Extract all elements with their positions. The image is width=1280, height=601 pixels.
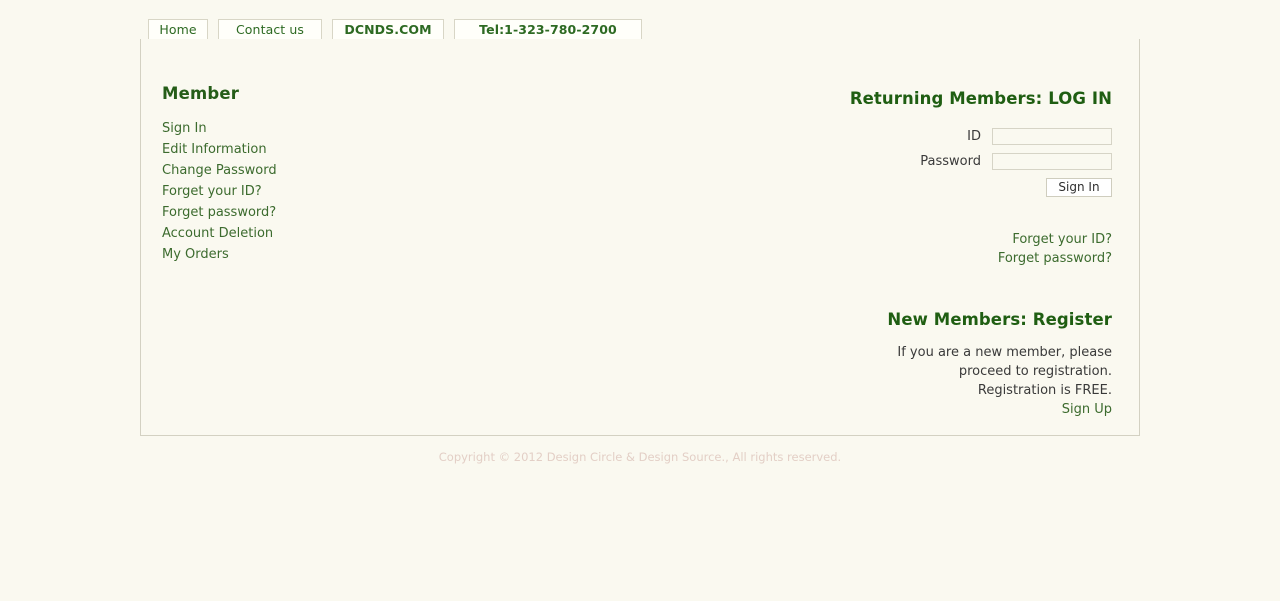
- register-section-title: New Members: Register: [887, 310, 1112, 329]
- tab-telephone[interactable]: Tel:1-323-780-2700: [454, 19, 642, 40]
- member-link-forget-password[interactable]: Forget password?: [162, 202, 276, 223]
- tab-contact-us-label: Contact us: [235, 22, 305, 37]
- sign-up-link[interactable]: Sign Up: [692, 400, 1112, 419]
- tab-contact-us[interactable]: Contact us: [218, 19, 322, 40]
- tab-home[interactable]: Home: [148, 19, 208, 40]
- tab-home-label: Home: [159, 22, 197, 37]
- tab-dcnds-com[interactable]: DCNDS.COM: [332, 19, 444, 40]
- register-text-line-3: Registration is FREE.: [977, 383, 1112, 398]
- login-section-title: Returning Members: LOG IN: [849, 89, 1112, 108]
- password-field-label: Password: [920, 154, 981, 169]
- helper-link-forget-password[interactable]: Forget password?: [692, 249, 1112, 268]
- member-menu-column: Member Sign In Edit Information Change P…: [162, 84, 492, 265]
- id-field-row: ID: [692, 128, 1112, 145]
- primary-nav-tabs: Home Contact us DCNDS.COM Tel:1-323-780-…: [148, 19, 642, 40]
- password-input[interactable]: [992, 153, 1112, 170]
- login-helper-links: Forget your ID? Forget password?: [692, 230, 1112, 268]
- member-link-my-orders[interactable]: My Orders: [162, 244, 229, 265]
- member-link-forget-your-id[interactable]: Forget your ID?: [162, 181, 262, 202]
- member-link-account-deletion[interactable]: Account Deletion: [162, 223, 273, 244]
- tab-dcnds-com-label: DCNDS.COM: [344, 22, 432, 37]
- helper-link-forget-your-id[interactable]: Forget your ID?: [692, 230, 1112, 249]
- sign-in-button[interactable]: Sign In: [1046, 178, 1112, 197]
- signin-button-row: Sign In: [692, 178, 1112, 197]
- footer-copyright: Copyright © 2012 Design Circle & Design …: [438, 450, 842, 464]
- register-text-line-2: proceed to registration.: [958, 364, 1112, 379]
- member-link-change-password[interactable]: Change Password: [162, 160, 277, 181]
- register-text-line-1: If you are a new member, please: [897, 345, 1112, 360]
- login-register-column: Returning Members: LOG IN ID Password Si…: [692, 89, 1112, 419]
- tab-telephone-label: Tel:1-323-780-2700: [479, 22, 617, 37]
- id-input[interactable]: [992, 128, 1112, 145]
- id-field-label: ID: [967, 129, 981, 144]
- main-content-panel: Member Sign In Edit Information Change P…: [140, 39, 1140, 436]
- password-field-row: Password: [692, 153, 1112, 170]
- member-link-sign-in[interactable]: Sign In: [162, 118, 207, 139]
- member-menu-title: Member: [162, 84, 240, 103]
- member-link-edit-information[interactable]: Edit Information: [162, 139, 267, 160]
